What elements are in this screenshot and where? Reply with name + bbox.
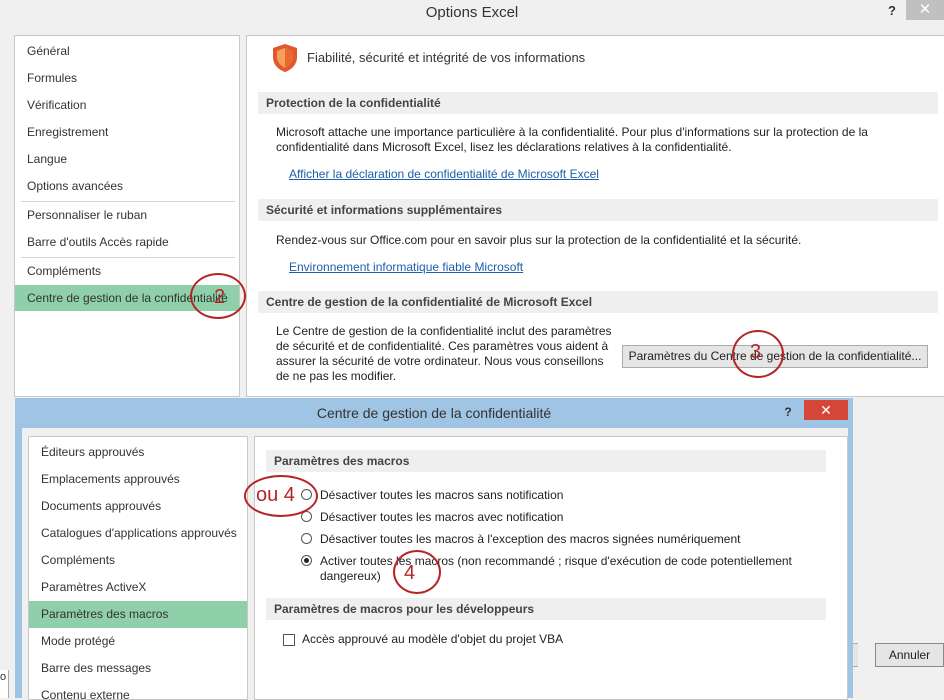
- privacy-text-line1: Microsoft attache une importance particu…: [276, 125, 868, 139]
- tc-nav-complements[interactable]: Compléments: [29, 547, 247, 574]
- security-text: Rendez-vous sur Office.com pour en savoi…: [276, 233, 802, 247]
- privacy-statement-link[interactable]: Afficher la déclaration de confidentiali…: [289, 167, 599, 181]
- trust-center-text-line3: assurer la sécurité de votre ordinateur.…: [276, 354, 604, 368]
- nav-item-langue[interactable]: Langue: [15, 146, 239, 172]
- tc-nav-contenu-externe[interactable]: Contenu externe: [29, 682, 247, 699]
- option-disable-except-signed[interactable]: Désactiver toutes les macros à l'excepti…: [320, 532, 741, 547]
- vba-access-label[interactable]: Accès approuvé au modèle d'objet du proj…: [302, 632, 563, 647]
- radio-disable-except-signed[interactable]: [301, 533, 312, 544]
- tc-nav-documents-approuves[interactable]: Documents approuvés: [29, 493, 247, 520]
- help-button[interactable]: ?: [884, 0, 900, 22]
- dialog-close-button[interactable]: ✕: [804, 400, 848, 420]
- trust-center-text-line4: de ne pas les modifier.: [276, 369, 397, 383]
- macro-settings-title: Paramètres des macros: [266, 450, 826, 472]
- trust-center-text-line1: Le Centre de gestion de la confidentiali…: [276, 324, 612, 338]
- annotation-step-3: 3: [750, 341, 762, 363]
- tc-nav-editeurs-approuves[interactable]: Éditeurs approuvés: [29, 439, 247, 466]
- developer-macro-settings-title: Paramètres de macros pour les développeu…: [266, 598, 826, 620]
- options-nav: Général Formules Vérification Enregistre…: [14, 35, 240, 397]
- window-title: Options Excel: [425, 4, 519, 21]
- section-trust-center-title: Centre de gestion de la confidentialité …: [258, 291, 938, 313]
- tc-nav-emplacements-approuves[interactable]: Emplacements approuvés: [29, 466, 247, 493]
- nav-item-enregistrement[interactable]: Enregistrement: [15, 119, 239, 145]
- nav-item-formules[interactable]: Formules: [15, 65, 239, 91]
- close-button[interactable]: ✕: [906, 0, 944, 20]
- privacy-text-line2: confidentialité dans Microsoft Excel, li…: [276, 140, 732, 154]
- dialog-title: Centre de gestion de la confidentialité: [316, 405, 552, 421]
- option-disable-with-notification[interactable]: Désactiver toutes les macros avec notifi…: [320, 510, 563, 525]
- section-privacy-title: Protection de la confidentialité: [258, 92, 938, 114]
- tc-nav-activex[interactable]: Paramètres ActiveX: [29, 574, 247, 601]
- option-enable-all-macros-line1[interactable]: Activer toutes les macros (non recommand…: [320, 554, 792, 569]
- vba-access-checkbox[interactable]: [283, 634, 295, 646]
- radio-enable-all-macros[interactable]: [301, 555, 312, 566]
- trust-center-nav: Éditeurs approuvés Emplacements approuvé…: [28, 436, 248, 700]
- trustworthy-computing-link[interactable]: Environnement informatique fiable Micros…: [289, 260, 523, 274]
- tc-nav-macros[interactable]: Paramètres des macros: [29, 601, 247, 628]
- tc-nav-barre-messages[interactable]: Barre des messages: [29, 655, 247, 682]
- option-disable-no-notification[interactable]: Désactiver toutes les macros sans notifi…: [320, 488, 563, 503]
- annotation-step-4: 4: [404, 562, 416, 584]
- page-heading: Fiabilité, sécurité et intégrité de vos …: [307, 50, 586, 65]
- tc-nav-mode-protege[interactable]: Mode protégé: [29, 628, 247, 655]
- annotation-circle-4: [393, 550, 441, 594]
- nav-item-verification[interactable]: Vérification: [15, 92, 239, 118]
- nav-item-barre-acces-rapide[interactable]: Barre d'outils Accès rapide: [15, 229, 239, 255]
- background-window-fragment: o: [0, 670, 9, 698]
- dialog-help-button[interactable]: ?: [780, 404, 796, 420]
- cancel-button[interactable]: Annuler: [875, 643, 944, 667]
- nav-item-personnaliser-ruban[interactable]: Personnaliser le ruban: [15, 202, 239, 228]
- trust-center-text-line2: de sécurité et de confidentialité. Ces p…: [276, 339, 609, 353]
- tc-nav-catalogues[interactable]: Catalogues d'applications approuvés: [29, 520, 247, 547]
- section-security-title: Sécurité et informations supplémentaires: [258, 199, 938, 221]
- nav-item-options-avancees[interactable]: Options avancées: [15, 173, 239, 199]
- annotation-step-2: 2: [214, 286, 226, 308]
- nav-item-general[interactable]: Général: [15, 38, 239, 64]
- shield-icon: [273, 44, 297, 72]
- option-enable-all-macros-line2[interactable]: dangereux): [320, 569, 381, 584]
- annotation-step-ou4: ou 4: [256, 484, 295, 506]
